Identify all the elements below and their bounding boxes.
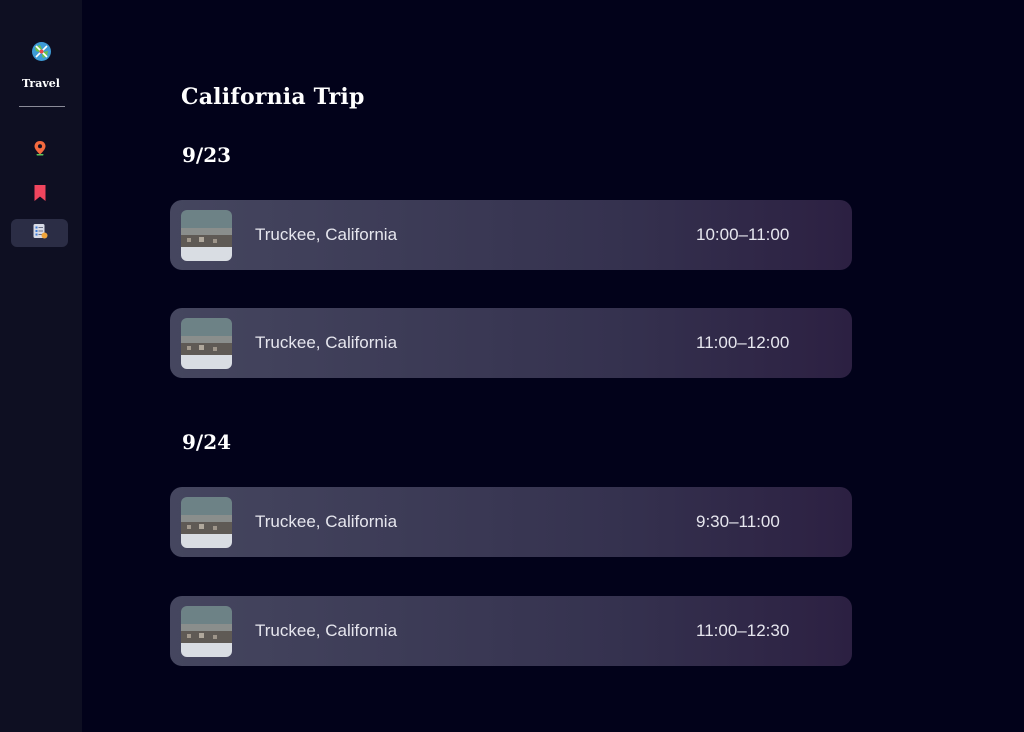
- place-thumbnail: [181, 606, 232, 657]
- sidebar-item-places[interactable]: [11, 136, 68, 164]
- location-pin-icon: [33, 140, 47, 161]
- itinerary-list-icon: [32, 223, 48, 244]
- time-range: 11:00–12:00: [696, 333, 790, 352]
- itinerary-card[interactable]: Truckee, California 11:00–12:00: [170, 308, 852, 378]
- time-range: 9:30–11:00: [696, 512, 780, 531]
- itinerary-card[interactable]: Truckee, California 9:30–11:00: [170, 487, 852, 557]
- place-thumbnail: [181, 210, 232, 261]
- sidebar-item-saved[interactable]: [11, 181, 68, 209]
- sidebar-item-itinerary[interactable]: [11, 219, 68, 247]
- time-range: 11:00–12:30: [696, 621, 790, 640]
- itinerary-card[interactable]: Truckee, California 10:00–11:00: [170, 200, 852, 270]
- itinerary-card[interactable]: Truckee, California 11:00–12:30: [170, 596, 852, 666]
- place-name: Truckee, California: [255, 333, 398, 352]
- bookmark-icon: [33, 184, 47, 207]
- place-name: Truckee, California: [255, 512, 398, 531]
- sidebar-divider: [19, 106, 65, 107]
- place-thumbnail: [181, 318, 232, 369]
- globe-icon[interactable]: [31, 41, 52, 62]
- day-heading: 9/23: [182, 143, 232, 167]
- day-heading: 9/24: [182, 430, 232, 454]
- time-range: 10:00–11:00: [696, 225, 790, 244]
- app-name: Travel: [22, 77, 60, 90]
- place-name: Truckee, California: [255, 621, 398, 640]
- sidebar: Travel: [0, 0, 82, 732]
- place-name: Truckee, California: [255, 225, 398, 244]
- page-title: California Trip: [181, 84, 365, 110]
- place-thumbnail: [181, 497, 232, 548]
